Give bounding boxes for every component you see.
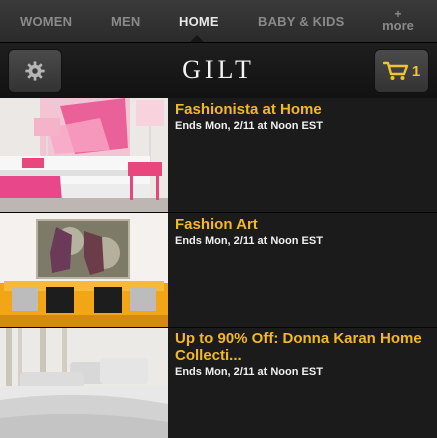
tab-women[interactable]: WOMEN — [20, 0, 72, 42]
sale-title[interactable]: Fashionista at Home — [175, 101, 427, 118]
cart-icon — [382, 61, 409, 80]
sale-end-time: Ends Mon, 2/11 at Noon EST — [175, 235, 323, 247]
category-tabs: WOMEN MEN HOME BABY & KIDS + more — [0, 0, 437, 43]
sale-title[interactable]: Up to 90% Off: Donna Karan Home Collecti… — [175, 330, 427, 364]
cart-count: 1 — [411, 62, 421, 80]
more-label: more — [382, 18, 414, 33]
sale-thumbnail — [0, 213, 168, 327]
sale-end-time: Ends Mon, 2/11 at Noon EST — [175, 120, 323, 132]
tab-baby-kids[interactable]: BABY & KIDS — [258, 0, 344, 42]
fashion-art-image — [0, 213, 168, 327]
gilt-logo[interactable]: GILT — [0, 55, 437, 85]
sale-title[interactable]: Fashion Art — [175, 216, 427, 233]
sale-item-fashion-art[interactable]: Fashion Art Ends Mon, 2/11 at Noon EST — [0, 213, 437, 328]
sale-thumbnail — [0, 328, 168, 438]
tab-men[interactable]: MEN — [111, 0, 141, 42]
bedroom-image — [0, 98, 168, 212]
sale-item-fashionista-at-home[interactable]: Fashionista at Home Ends Mon, 2/11 at No… — [0, 98, 437, 213]
cart-button[interactable]: 1 — [374, 49, 429, 93]
sale-item-donna-karan[interactable]: Up to 90% Off: Donna Karan Home Collecti… — [0, 328, 437, 438]
sale-thumbnail — [0, 98, 168, 212]
header-bar: GILT 1 — [0, 42, 437, 98]
tab-more[interactable]: + more — [381, 8, 415, 32]
sale-end-time: Ends Mon, 2/11 at Noon EST — [175, 366, 323, 378]
donna-karan-bedroom-image — [0, 328, 168, 438]
